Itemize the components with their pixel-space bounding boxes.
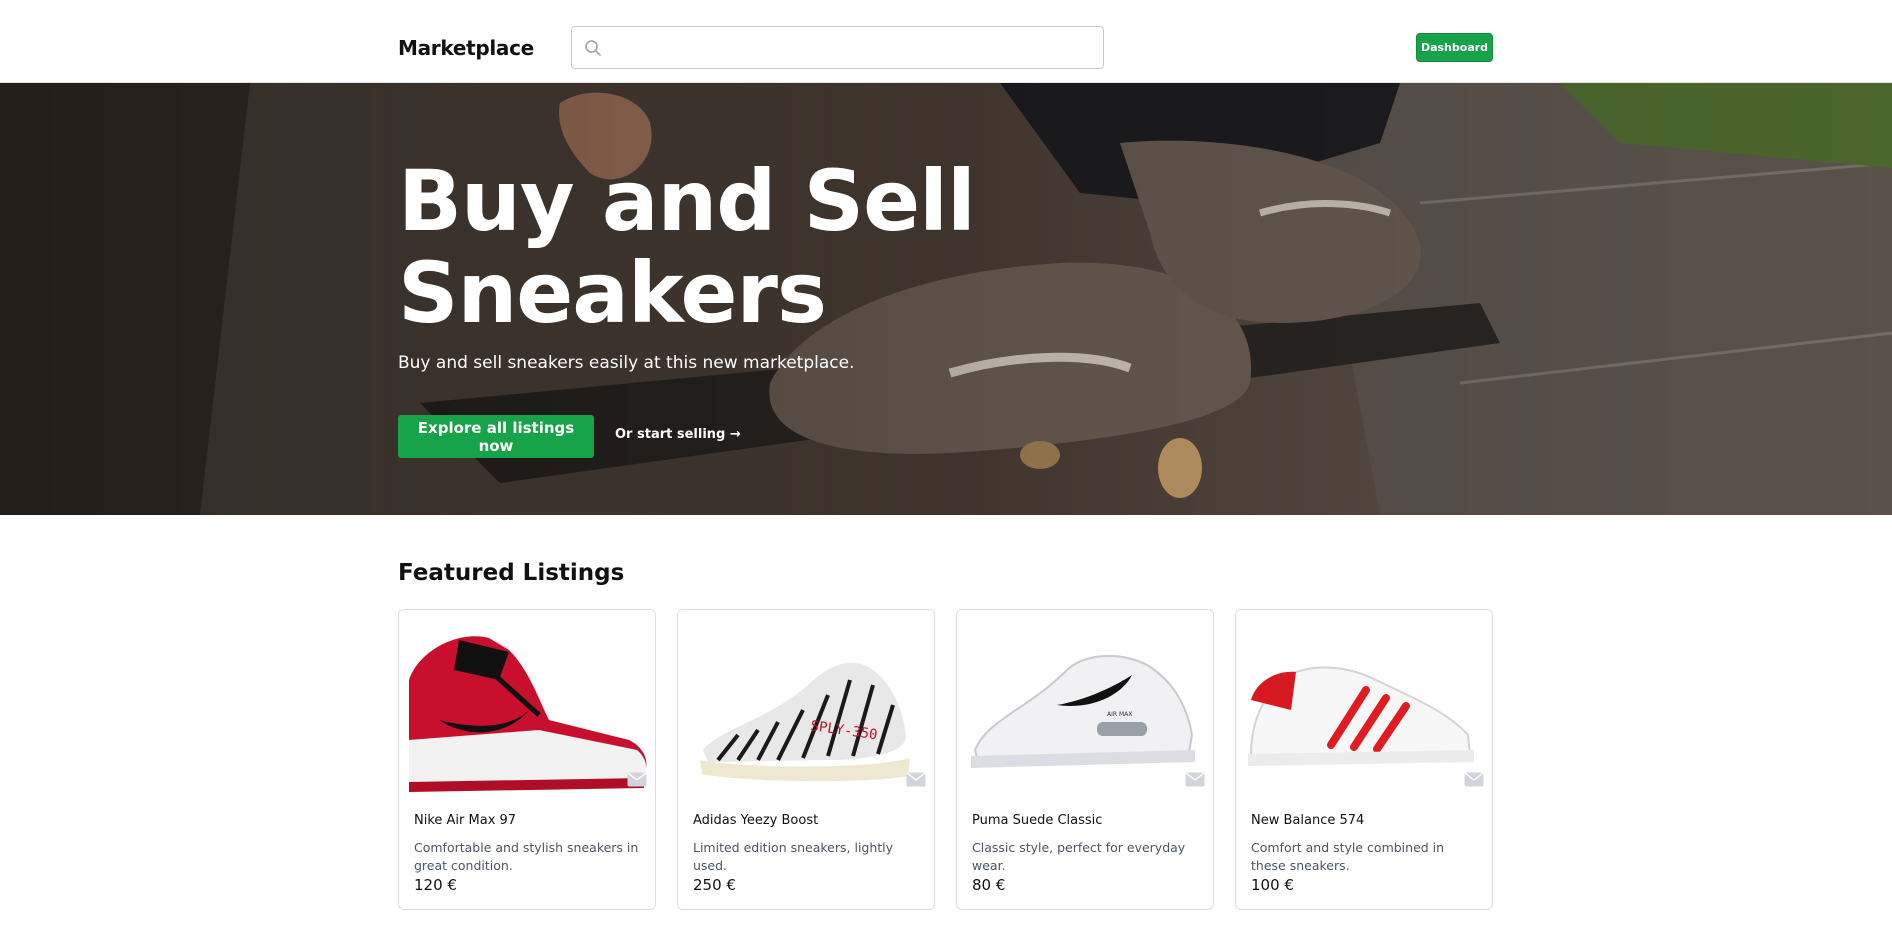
listing-card[interactable]: Nike Air Max 97 Comfortable and stylish … bbox=[398, 609, 656, 910]
search-bar[interactable] bbox=[571, 26, 1104, 69]
mail-icon[interactable] bbox=[1185, 772, 1205, 787]
explore-listings-button[interactable]: Explore all listings now bbox=[398, 415, 594, 458]
listing-description: Limited edition sneakers, lightly used. bbox=[693, 840, 894, 873]
listing-description: Classic style, perfect for everyday wear… bbox=[972, 840, 1186, 873]
listing-price: 80 € bbox=[972, 876, 1006, 894]
zebra-knit-sneaker-image: SPLY-350 bbox=[678, 610, 934, 796]
listing-price: 100 € bbox=[1251, 876, 1294, 894]
mail-icon[interactable] bbox=[1464, 772, 1484, 787]
featured-listings-title: Featured Listings bbox=[398, 560, 625, 586]
white-running-sneaker-image: AIR MAX bbox=[957, 610, 1213, 796]
listing-name: Nike Air Max 97 bbox=[414, 813, 517, 828]
red-high-top-sneaker-image bbox=[399, 610, 655, 796]
listing-price: 120 € bbox=[414, 876, 457, 894]
search-input[interactable] bbox=[610, 27, 1090, 68]
listing-name: Puma Suede Classic bbox=[972, 813, 1103, 828]
listing-name: New Balance 574 bbox=[1251, 813, 1365, 828]
listings-grid: Nike Air Max 97 Comfortable and stylish … bbox=[398, 609, 1494, 911]
listing-card[interactable]: SPLY-350 Adidas Yeezy Boost Limited edit… bbox=[677, 609, 935, 910]
listing-name: Adidas Yeezy Boost bbox=[693, 813, 819, 828]
listing-price: 250 € bbox=[693, 876, 736, 894]
search-icon bbox=[585, 40, 601, 56]
hero-banner: Buy and Sell Sneakers Buy and sell sneak… bbox=[0, 83, 1892, 515]
hero-subtitle: Buy and sell sneakers easily at this new… bbox=[398, 353, 855, 373]
svg-text:AIR MAX: AIR MAX bbox=[1107, 711, 1132, 718]
mail-icon[interactable] bbox=[906, 772, 926, 787]
dashboard-button[interactable]: Dashboard bbox=[1416, 33, 1493, 62]
white-red-striped-sneaker-image bbox=[1236, 610, 1492, 796]
listing-card[interactable]: New Balance 574 Comfort and style combin… bbox=[1235, 609, 1493, 910]
listing-description: Comfort and style combined in these snea… bbox=[1251, 840, 1445, 873]
listing-card[interactable]: AIR MAX Puma Suede Classic Classic style… bbox=[956, 609, 1214, 910]
listing-description: Comfortable and stylish sneakers in grea… bbox=[414, 840, 639, 873]
top-navbar: Marketplace Dashboard bbox=[0, 0, 1892, 83]
hero-title: Buy and Sell Sneakers bbox=[398, 152, 976, 342]
mail-icon[interactable] bbox=[627, 772, 647, 787]
brand-logo[interactable]: Marketplace bbox=[398, 36, 534, 60]
start-selling-link[interactable]: Or start selling → bbox=[615, 427, 741, 442]
